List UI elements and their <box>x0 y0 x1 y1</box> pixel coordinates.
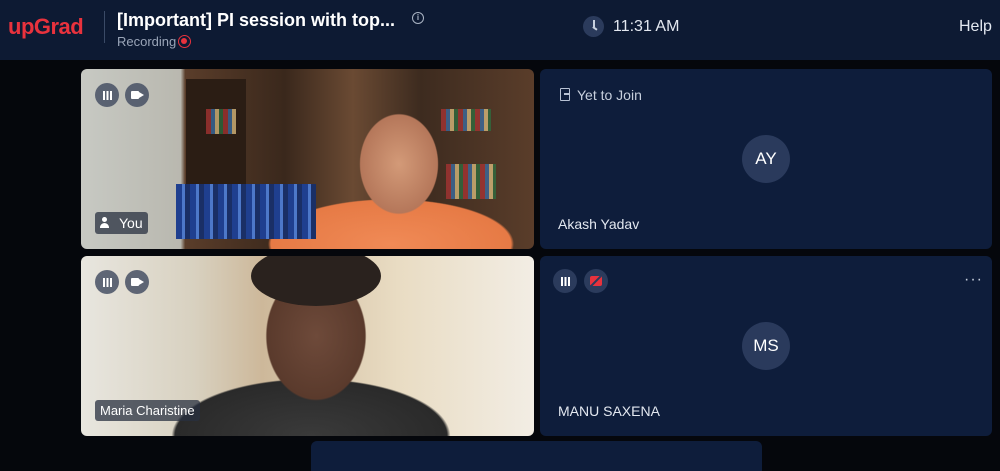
meeting-title: [Important] PI session with top... <box>117 10 396 30</box>
meeting-header: upGrad [Important] PI session with top..… <box>0 0 1000 60</box>
books <box>206 109 236 134</box>
audio-indicator-icon[interactable] <box>553 269 577 293</box>
upgrad-logo[interactable]: upGrad <box>8 14 84 40</box>
recording-label: Recording <box>117 34 177 49</box>
avatar: MS <box>742 322 790 370</box>
recording-icon <box>178 35 191 48</box>
participant-tile-akash[interactable]: Yet to Join AY Akash Yadav <box>540 69 992 249</box>
participant-name: Akash Yadav <box>558 216 640 232</box>
clock-icon <box>583 16 604 37</box>
participant-name: You <box>119 215 143 231</box>
control-bar[interactable] <box>311 441 762 471</box>
info-icon[interactable]: i <box>412 12 424 24</box>
join-status: Yet to Join <box>577 87 642 103</box>
participant-name: MANU SAXENA <box>558 403 660 419</box>
chair <box>176 184 316 239</box>
more-options-icon[interactable]: ··· <box>964 271 983 289</box>
audio-indicator-icon[interactable] <box>95 270 119 294</box>
books <box>441 109 491 131</box>
audio-indicator-icon[interactable] <box>95 83 119 107</box>
books <box>446 164 496 199</box>
video-feed-detail <box>251 256 381 306</box>
participant-tile-manu[interactable]: ··· MS MANU SAXENA <box>540 256 992 436</box>
avatar: AY <box>742 135 790 183</box>
person-speaking-icon <box>100 217 114 229</box>
meeting-time: 11:31 AM <box>613 18 680 35</box>
name-tag-you: You <box>95 212 148 234</box>
camera-off-icon[interactable] <box>584 269 608 293</box>
header-divider <box>104 11 105 43</box>
camera-icon[interactable] <box>125 83 149 107</box>
camera-icon[interactable] <box>125 270 149 294</box>
help-link[interactable]: Help <box>959 18 992 36</box>
participant-tile-you[interactable]: You <box>81 69 534 249</box>
join-pending-icon <box>560 88 570 101</box>
participant-name: Maria Charistine <box>95 400 200 421</box>
participant-tile-maria[interactable]: Maria Charistine <box>81 256 534 436</box>
